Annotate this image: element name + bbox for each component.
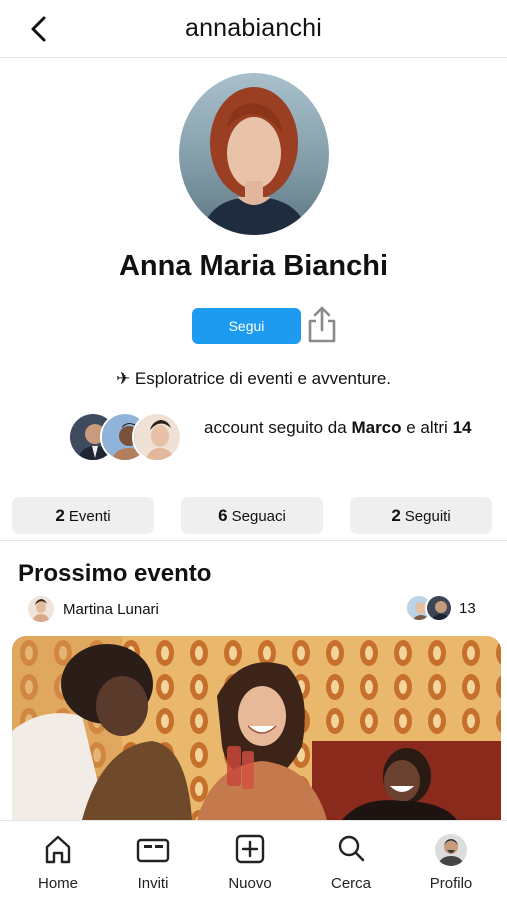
event-organizer[interactable]: Martina Lunari	[28, 595, 159, 623]
mutual-followers-avatars[interactable]	[68, 412, 183, 464]
ticket-icon	[136, 838, 170, 863]
tab-invites[interactable]: Inviti	[113, 833, 193, 892]
tab-profile[interactable]: Profilo	[411, 833, 491, 892]
tab-label: Nuovo	[228, 875, 272, 892]
tab-new[interactable]: Nuovo	[210, 833, 290, 892]
event-attendees[interactable]: 13	[405, 594, 495, 624]
tab-home[interactable]: Home	[18, 833, 98, 892]
profile-bio: ✈ Esploratrice di eventi e avventure.	[115, 369, 392, 388]
mutual-avatar	[132, 412, 182, 462]
profile-avatar	[179, 73, 329, 235]
organizer-avatar	[28, 596, 54, 622]
mutual-followers-text[interactable]: account seguito da Marco e altri 14	[204, 416, 474, 439]
section-divider	[0, 540, 507, 541]
bottom-tab-bar: Home Inviti Nuovo Cerca Profilo	[0, 820, 507, 900]
attendee-avatar	[425, 594, 453, 622]
organizer-name: Martina Lunari	[63, 600, 159, 618]
top-header: annabianchi	[0, 0, 507, 58]
next-event-title: Prossimo evento	[18, 560, 212, 587]
stat-followers-button[interactable]: 6 Seguaci	[181, 497, 323, 534]
event-cover-image[interactable]	[12, 636, 501, 820]
tab-label: Inviti	[137, 875, 169, 892]
home-icon	[45, 835, 71, 864]
stat-events-button[interactable]: 2 Eventi	[12, 497, 154, 534]
plus-square-icon	[235, 834, 265, 864]
attendee-count: 13	[459, 600, 476, 617]
stat-following-button[interactable]: 2 Seguiti	[350, 497, 492, 534]
profile-avatar-icon	[435, 834, 467, 866]
tab-label: Home	[37, 875, 78, 892]
follow-button[interactable]: Segui	[192, 308, 301, 344]
profile-name: Anna Maria Bianchi	[118, 250, 389, 282]
tab-label: Cerca	[330, 875, 371, 892]
username-title: annabianchi	[184, 14, 323, 42]
share-icon[interactable]	[306, 304, 338, 344]
tab-search[interactable]: Cerca	[311, 833, 391, 892]
search-icon	[338, 835, 365, 862]
tab-label: Profilo	[429, 875, 473, 892]
